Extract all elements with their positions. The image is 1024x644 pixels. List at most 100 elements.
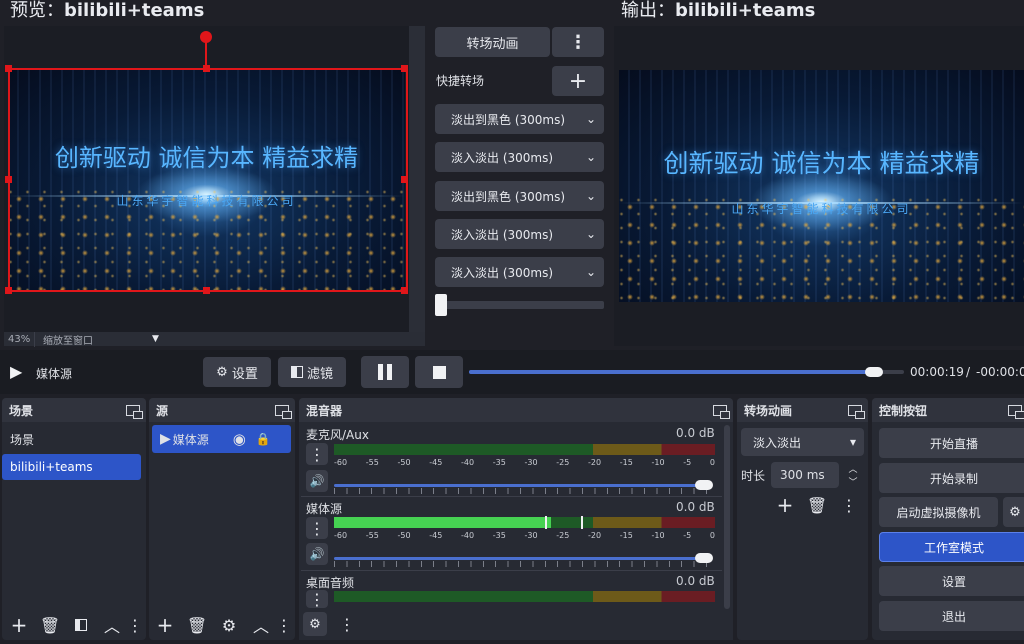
gear-icon: ⚙ <box>1009 504 1021 520</box>
resize-handle-tl[interactable] <box>5 65 12 72</box>
output-canvas: 创新驱动 诚信为本 精益求精 山东华宇智能科技有限公司 <box>614 26 1024 346</box>
more-vertical-icon: ⋮ <box>569 31 587 53</box>
plus-icon[interactable]: + <box>152 613 178 637</box>
resize-handle-tr[interactable] <box>401 65 408 72</box>
volume-knob[interactable] <box>695 480 713 490</box>
volume-slider[interactable] <box>334 484 710 487</box>
start-virtual-camera-button[interactable]: 启动虚拟摄像机 <box>879 497 998 527</box>
gear-icon[interactable]: ⚙ <box>216 613 242 637</box>
media-filters-button[interactable]: 滤镜 <box>278 357 346 387</box>
chevron-down-icon: ⌄ <box>585 150 596 164</box>
start-recording-button[interactable]: 开始录制 <box>879 463 1024 493</box>
add-quick-transition-button[interactable]: + <box>552 66 604 96</box>
resize-handle-l[interactable] <box>5 176 12 183</box>
quick-transition-1[interactable]: 淡出到黑色 (300ms) ⌄ <box>435 104 604 134</box>
mixer-menu-button[interactable]: ⋮ <box>335 612 359 636</box>
channel-name: 麦克风/Aux <box>306 428 369 442</box>
channel-menu-button[interactable]: ⋮ <box>306 517 328 539</box>
transition-select[interactable]: 淡入淡出 ▾ <box>741 428 864 456</box>
channel-meter <box>334 517 715 528</box>
scene-item[interactable]: bilibili+teams <box>10 460 93 474</box>
mixer-scrollbar[interactable] <box>724 425 730 609</box>
volume-slider[interactable] <box>334 557 710 560</box>
media-seek-knob[interactable] <box>864 367 883 377</box>
media-seek-track[interactable] <box>469 370 904 374</box>
selection-box[interactable] <box>8 68 408 292</box>
media-filters-label: 滤镜 <box>306 366 333 382</box>
rotation-handle[interactable] <box>200 31 212 43</box>
trash-icon[interactable]: 🗑 <box>37 613 63 637</box>
settings-button[interactable]: 设置 <box>879 566 1024 596</box>
lock-icon[interactable]: 🔒 <box>256 432 271 446</box>
advanced-audio-button[interactable]: ⚙ <box>303 612 327 636</box>
volume-ticks <box>334 561 710 567</box>
transition-menu-button[interactable]: ⋮ <box>552 27 604 57</box>
chevron-down-icon[interactable]: ﹀ <box>848 475 857 488</box>
media-remaining: -00:00:0 <box>976 365 1024 379</box>
filter-icon[interactable] <box>68 613 94 637</box>
tbar-handle[interactable] <box>435 294 447 316</box>
studio-mode-button[interactable]: 工作室模式 <box>879 532 1024 562</box>
rotation-stem <box>205 40 207 68</box>
media-settings-button[interactable]: ⚙ 设置 <box>203 357 271 387</box>
plus-icon: + <box>568 68 588 94</box>
peak-marker <box>545 516 547 529</box>
preview-title: bilibili+teams <box>64 0 205 21</box>
mute-button[interactable]: 🔊 <box>306 543 328 565</box>
exit-button[interactable]: 退出 <box>879 601 1024 631</box>
preview-vscroll[interactable] <box>409 26 425 332</box>
quick-transition-4[interactable]: 淡入淡出 (300ms) ⌄ <box>435 219 604 249</box>
quick-transition-label: 淡出到黑色 (300ms) <box>451 189 566 204</box>
undock-icon[interactable] <box>126 404 143 419</box>
resize-handle-r[interactable] <box>401 176 408 183</box>
gear-icon: ⚙ <box>216 364 228 380</box>
virtual-camera-settings-button[interactable]: ⚙ <box>1003 497 1024 527</box>
quick-transition-5[interactable]: 淡入淡出 (300ms) ⌄ <box>435 257 604 287</box>
duration-stepper[interactable]: ︿ ﹀ <box>845 462 861 488</box>
time-separator: / <box>966 365 971 379</box>
undock-icon[interactable] <box>1008 404 1024 419</box>
undock-icon[interactable] <box>713 404 730 419</box>
pause-button[interactable] <box>361 356 409 388</box>
play-icon[interactable]: ▶ <box>10 362 22 381</box>
chevron-up-icon[interactable]: ︿ <box>99 613 125 637</box>
more-vertical-icon[interactable]: ⋮ <box>127 613 143 637</box>
chevron-up-icon[interactable]: ︿ <box>248 613 274 637</box>
mute-button[interactable]: 🔊 <box>306 470 328 492</box>
channel-menu-button[interactable]: ⋮ <box>306 590 328 609</box>
duration-input[interactable]: 300 ms <box>771 462 839 488</box>
tbar-track[interactable] <box>435 301 604 309</box>
scenes-toolbar: + 🗑 ︿ ⋮ <box>2 611 146 639</box>
quick-transition-2[interactable]: 淡入淡出 (300ms) ⌄ <box>435 142 604 172</box>
scene-item[interactable]: 场景 <box>10 431 34 448</box>
plus-icon[interactable]: + <box>6 613 32 637</box>
trash-icon[interactable]: 🗑 <box>184 613 210 637</box>
quick-transition-3[interactable]: 淡出到黑色 (300ms) ⌄ <box>435 181 604 211</box>
channel-menu-button[interactable]: ⋮ <box>306 443 328 465</box>
resize-handle-bl[interactable] <box>5 287 12 294</box>
start-streaming-button[interactable]: 开始直播 <box>879 428 1024 458</box>
chevron-up-icon[interactable]: ︿ <box>848 462 857 475</box>
eye-icon[interactable]: ◉ <box>233 430 246 448</box>
volume-knob[interactable] <box>695 553 713 563</box>
preview-canvas[interactable]: 创新驱动 诚信为本 精益求精 山东华宇智能科技有限公司 <box>4 26 409 332</box>
resize-handle-b[interactable] <box>203 287 210 294</box>
transition-properties-button[interactable]: ⋮ <box>836 493 862 517</box>
pause-icon <box>378 364 392 380</box>
output-title: bilibili+teams <box>675 0 816 21</box>
transition-button[interactable]: 转场动画 <box>435 27 550 57</box>
stop-button[interactable] <box>415 356 463 388</box>
resize-handle-t[interactable] <box>203 65 210 72</box>
remove-transition-button[interactable]: 🗑 <box>804 493 830 517</box>
add-transition-button[interactable]: + <box>772 493 798 517</box>
undock-icon[interactable] <box>848 404 865 419</box>
chevron-down-icon[interactable]: ▼ <box>144 334 159 344</box>
more-vertical-icon: ⋮ <box>309 518 325 538</box>
source-item[interactable]: ▶ 媒体源 ◉ 🔒 <box>152 425 291 453</box>
speaker-icon: 🔊 <box>309 474 325 488</box>
more-vertical-icon[interactable]: ⋮ <box>276 613 292 637</box>
quick-transition-label: 淡入淡出 (300ms) <box>451 265 554 280</box>
undock-icon[interactable] <box>275 404 292 419</box>
scale-mode[interactable]: 缩放至窗口 <box>34 331 144 347</box>
resize-handle-br[interactable] <box>401 287 408 294</box>
